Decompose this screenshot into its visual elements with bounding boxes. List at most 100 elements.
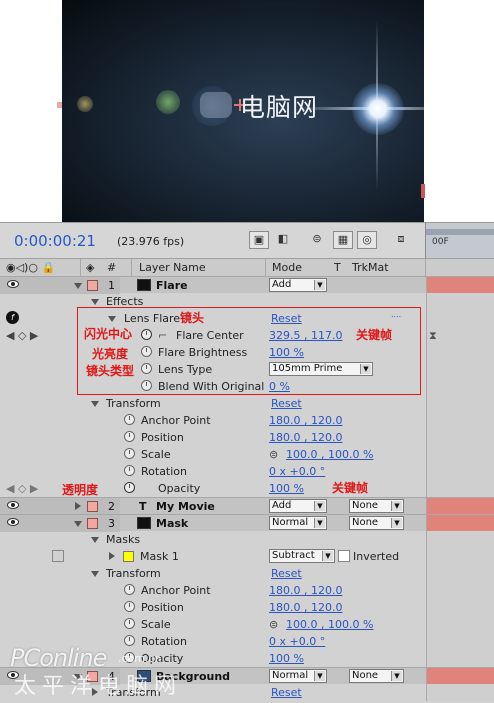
shy-layers-icon[interactable]: ⊜ <box>307 231 327 249</box>
expand-arrow-icon[interactable] <box>91 401 99 407</box>
stopwatch-icon[interactable] <box>124 635 135 646</box>
expand-arrow-icon[interactable] <box>75 502 81 510</box>
eye-icon[interactable] <box>7 501 19 509</box>
mask-name[interactable]: Mask 1 <box>140 550 179 563</box>
label-color-swatch[interactable] <box>87 501 98 512</box>
property-row-scale[interactable]: Scale ⊜ 100.0 , 100.0 % <box>0 616 494 633</box>
inverted-checkbox[interactable] <box>338 550 350 562</box>
expand-arrow-icon[interactable] <box>91 571 99 577</box>
property-value[interactable]: 180.0 , 120.0 <box>269 414 342 427</box>
property-row-transform[interactable]: Transform Reset <box>0 565 494 582</box>
stopwatch-icon[interactable] <box>124 601 135 612</box>
stopwatch-icon[interactable] <box>124 482 135 493</box>
blend-mode-dropdown[interactable]: Add ▼ <box>269 278 327 292</box>
annotation-lens-type: 镜头类型 <box>86 364 135 378</box>
mask-row-mask1[interactable]: Mask 1 Subtract ▼ Inverted <box>0 548 494 565</box>
eye-icon[interactable] <box>7 518 19 526</box>
composition-canvas[interactable]: 电脑网 <box>62 0 424 222</box>
blend-mode-dropdown[interactable]: Add ▼ <box>269 499 327 513</box>
property-value[interactable]: 0 x +0.0 ° <box>269 635 325 648</box>
keyframe-navigator-icon[interactable]: ◀ ◇ ▶ <box>6 482 38 495</box>
draft-3d-icon[interactable]: ◧ <box>273 231 293 249</box>
stopwatch-icon[interactable] <box>124 431 135 442</box>
blend-mode-dropdown[interactable]: Normal ▼ <box>269 516 327 530</box>
constrain-proportions-icon[interactable]: ⊜ <box>269 618 278 631</box>
eye-icon[interactable] <box>7 280 19 288</box>
mask-color-swatch[interactable] <box>123 551 134 562</box>
time-ruler[interactable]: 00F <box>425 223 494 259</box>
layer-name[interactable]: Mask <box>156 517 188 530</box>
layer-name[interactable]: Flare <box>156 279 188 292</box>
layer-row-my-movie[interactable]: 2 T My Movie Add ▼ None ▼ <box>0 497 494 515</box>
property-value[interactable]: 0 x +0.0 ° <box>269 465 325 478</box>
mask-lock-box[interactable] <box>52 550 64 562</box>
label-color-swatch[interactable] <box>87 280 98 291</box>
property-name: Scale <box>141 448 171 461</box>
property-value[interactable]: 100 % <box>269 652 304 665</box>
track-matte-dropdown[interactable]: None ▼ <box>349 516 404 530</box>
column-trkmat[interactable]: TrkMat <box>352 261 389 274</box>
expand-arrow-icon[interactable] <box>109 552 115 560</box>
property-row-rotation[interactable]: Rotation 0 x +0.0 ° <box>0 463 494 480</box>
annotation-brightness: 光亮度 <box>92 347 129 361</box>
motion-blur-icon[interactable]: ◎ <box>357 231 377 249</box>
property-row-anchor-point[interactable]: Anchor Point 180.0 , 120.0 <box>0 412 494 429</box>
stopwatch-icon[interactable] <box>124 448 135 459</box>
layer-name[interactable]: My Movie <box>156 500 215 513</box>
column-layer-name[interactable]: Layer Name <box>139 261 206 274</box>
property-row-anchor-point[interactable]: Anchor Point 180.0 , 120.0 <box>0 582 494 599</box>
stopwatch-icon[interactable] <box>124 618 135 629</box>
reset-link[interactable]: Reset <box>271 567 302 580</box>
timeline-track <box>426 310 494 327</box>
blurred-text <box>200 92 232 118</box>
expand-arrow-icon[interactable] <box>74 283 82 289</box>
property-row-position[interactable]: Position 180.0 , 120.0 <box>0 599 494 616</box>
timeline-track <box>426 395 494 412</box>
effect-toggle-icon[interactable]: f <box>6 311 19 324</box>
timeline-track <box>426 378 494 395</box>
property-row-masks[interactable]: Masks <box>0 531 494 548</box>
frame-blending-icon[interactable]: ▦ <box>333 231 353 249</box>
work-area-bar[interactable] <box>426 229 494 235</box>
property-row-position[interactable]: Position 180.0 , 120.0 <box>0 429 494 446</box>
property-value[interactable]: 180.0 , 120.0 <box>269 584 342 597</box>
property-value[interactable]: 180.0 , 120.0 <box>269 431 342 444</box>
graph-editor-icon[interactable]: ⧈ <box>391 231 411 249</box>
layer-duration-bar[interactable] <box>426 277 494 294</box>
timeline-track <box>426 480 494 497</box>
column-mode[interactable]: Mode <box>272 261 302 274</box>
mask-mode-dropdown[interactable]: Subtract ▼ <box>269 549 335 563</box>
layer-row-mask[interactable]: 3 Mask Normal ▼ None ▼ <box>0 514 494 532</box>
property-value[interactable]: 100 % <box>269 482 304 495</box>
watermark-cn: 太平洋电脑网 <box>14 674 183 699</box>
property-row-transform[interactable]: Transform Reset <box>0 395 494 412</box>
expand-arrow-icon[interactable] <box>91 299 99 305</box>
column-headers: ◉◁)○ 🔒 ◈ # Layer Name Mode T TrkMat <box>0 259 494 277</box>
constrain-proportions-icon[interactable]: ⊜ <box>269 448 278 461</box>
keyframe-navigator-icon[interactable]: ◀ ◇ ▶ <box>6 329 38 342</box>
property-value[interactable]: 180.0 , 120.0 <box>269 601 342 614</box>
reset-link[interactable]: Reset <box>271 686 302 699</box>
property-value[interactable]: 100.0 , 100.0 % <box>286 618 373 631</box>
expand-arrow-icon[interactable] <box>74 521 82 527</box>
current-time-display[interactable]: 0:00:00:21 <box>14 232 96 250</box>
track-matte-dropdown[interactable]: None ▼ <box>349 499 404 513</box>
layer-row-flare[interactable]: 1 Flare Add ▼ <box>0 276 494 294</box>
keyframe-icon[interactable]: ⧗ <box>429 329 437 343</box>
layer-duration-bar[interactable] <box>426 515 494 532</box>
layer-duration-bar[interactable] <box>426 668 494 685</box>
annotation-flash-center: 闪光中心 <box>84 327 133 341</box>
layer-number: 2 <box>108 500 115 513</box>
stopwatch-icon[interactable] <box>124 584 135 595</box>
track-matte-dropdown[interactable]: None ▼ <box>349 669 404 683</box>
stopwatch-icon[interactable] <box>124 414 135 425</box>
label-color-swatch[interactable] <box>87 518 98 529</box>
stopwatch-icon[interactable] <box>124 465 135 476</box>
reset-link[interactable]: Reset <box>271 397 302 410</box>
layer-duration-bar[interactable] <box>426 498 494 515</box>
blend-mode-dropdown[interactable]: Normal ▼ <box>269 669 327 683</box>
property-row-scale[interactable]: Scale ⊜ 100.0 , 100.0 % <box>0 446 494 463</box>
property-value[interactable]: 100.0 , 100.0 % <box>286 448 373 461</box>
expand-arrow-icon[interactable] <box>91 537 99 543</box>
comp-mini-flowchart-icon[interactable]: ▣ <box>249 231 269 249</box>
